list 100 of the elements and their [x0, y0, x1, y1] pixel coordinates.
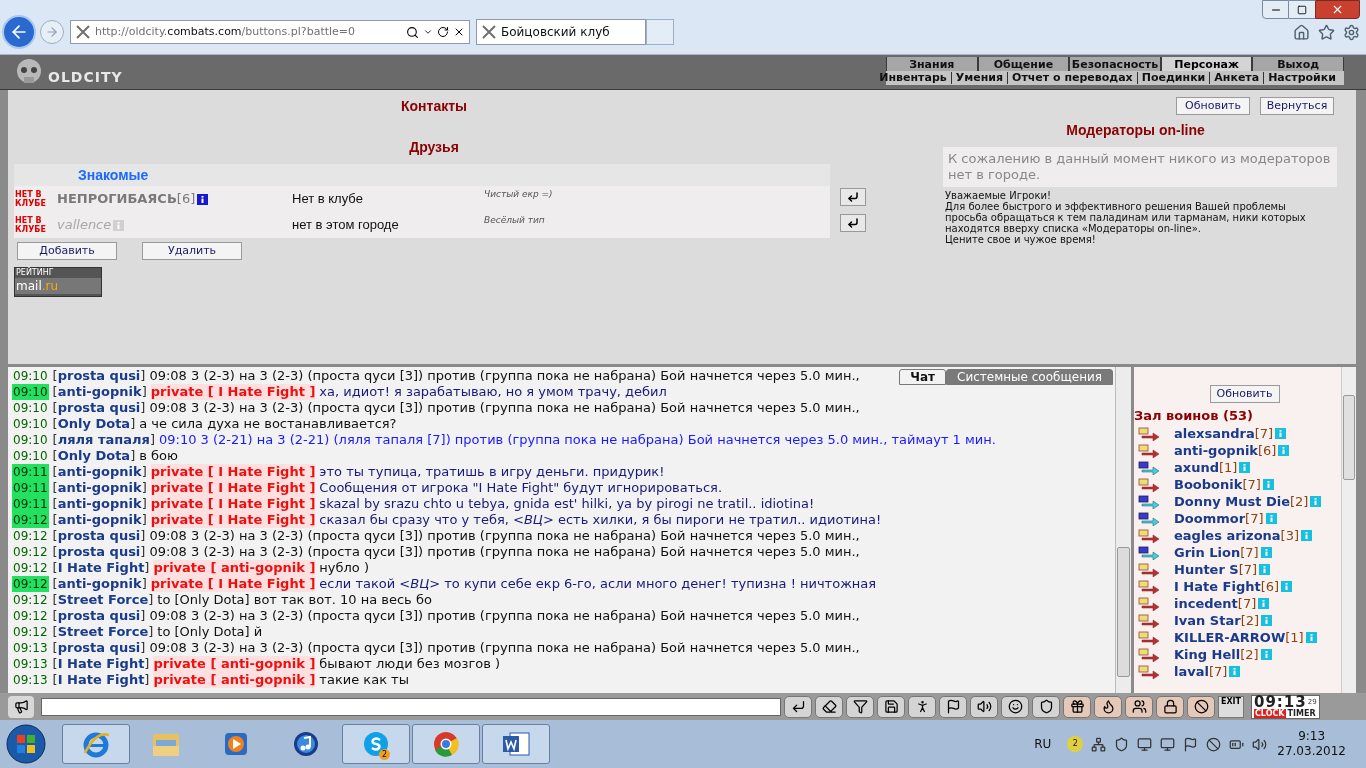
info-paragraph: Уважаемые Игроки! Для более быстрого и эффективного решения Вашей проблемы просьба обращаться к тем паладинам или тарманам, ники которых находятся вверху списка «Модераторы on-line». Ценитe свое и чужое время!: [945, 190, 1307, 245]
message-sender[interactable]: [prosta qusi]: [52, 544, 146, 560]
private-label[interactable]: private [ I Hate Fight ]: [150, 464, 316, 480]
message-sender[interactable]: [prosta qusi]: [52, 400, 146, 416]
enter-icon[interactable]: [790, 699, 806, 714]
shield-icon[interactable]: [1114, 736, 1130, 752]
submenu-link[interactable]: Отчет о переводах: [1007, 72, 1137, 84]
message-sender[interactable]: [Street Force]: [52, 592, 154, 608]
scrollbar-thumb[interactable]: [1343, 395, 1355, 480]
private-label[interactable]: private [ I Hate Fight ]: [150, 512, 316, 528]
private-label[interactable]: private [ I Hate Fight ]: [150, 496, 316, 512]
language-indicator[interactable]: RU: [1034, 735, 1052, 753]
tray-badge[interactable]: 2: [1072, 740, 1078, 748]
message-sender[interactable]: [prosta qusi]: [52, 640, 146, 656]
message-sender[interactable]: [Only Dota]: [52, 448, 136, 464]
dropdown-icon[interactable]: [423, 27, 433, 37]
message-sender[interactable]: [I Hate Fight]: [52, 560, 150, 576]
chat-input[interactable]: [41, 697, 781, 716]
menu-tab[interactable]: Общение: [977, 57, 1070, 71]
minimize-button[interactable]: [1262, 0, 1289, 19]
search-icon[interactable]: [406, 25, 419, 39]
browser-tab[interactable]: Бойцовский клуб: [476, 19, 646, 45]
submenu-link[interactable]: Поединки: [1136, 72, 1210, 84]
ban-icon[interactable]: [1193, 699, 1209, 714]
sound-icon[interactable]: [976, 699, 992, 714]
maximize-button[interactable]: [1289, 0, 1315, 19]
clock-label[interactable]: CLOCK: [1254, 708, 1286, 718]
timer-label[interactable]: TIMER: [1286, 708, 1317, 718]
message-sender[interactable]: [I Hate Fight]: [52, 656, 150, 672]
save-icon[interactable]: [883, 699, 899, 714]
flag-icon[interactable]: [945, 699, 961, 714]
message-text: ха, идиот! я зарабатываю, но я умом трачу, дебил: [319, 384, 667, 400]
stop-icon[interactable]: [453, 26, 465, 38]
message-sender[interactable]: [anti-gopnik]: [52, 464, 147, 480]
add-button[interactable]: Добавить: [17, 242, 117, 260]
menu-tab[interactable]: Знания: [886, 57, 978, 71]
delete-button[interactable]: Удалить: [142, 242, 242, 260]
menu-tab[interactable]: Безопасность: [1069, 57, 1161, 71]
menu-tab[interactable]: Персонаж: [1160, 57, 1253, 71]
fire-icon[interactable]: [1100, 699, 1116, 714]
flag-icon[interactable]: [1183, 736, 1199, 752]
message-sender[interactable]: [prosta qusi]: [52, 528, 146, 544]
menu-tab[interactable]: Выход: [1252, 57, 1344, 71]
speaker-icon[interactable]: [13, 699, 29, 714]
home-icon[interactable]: [1293, 23, 1310, 41]
info-icon[interactable]: [197, 193, 209, 205]
favorites-icon[interactable]: [1318, 23, 1335, 41]
exit-button[interactable]: EXIT: [1218, 695, 1244, 718]
private-label[interactable]: private [ I Hate Fight ]: [150, 480, 316, 496]
submenu-link[interactable]: Инвентарь: [875, 72, 951, 84]
message-sender[interactable]: [ляля тапаля]: [52, 432, 155, 448]
monitor-icon[interactable]: [1137, 736, 1153, 752]
clock-date[interactable]: 27.03.2012: [1277, 744, 1346, 759]
return-button[interactable]: [840, 188, 866, 206]
contact-name[interactable]: НЕПРОГИБАЯСЬ: [57, 189, 177, 209]
return-button[interactable]: [840, 214, 866, 232]
settings-icon[interactable]: [1343, 23, 1360, 41]
eraser-icon[interactable]: [821, 699, 837, 714]
smiley-icon[interactable]: [1007, 699, 1023, 714]
submenu-link[interactable]: Умения: [950, 72, 1008, 84]
message-sender[interactable]: [anti-gopnik]: [52, 384, 147, 400]
message-sender[interactable]: [anti-gopnik]: [52, 576, 147, 592]
message-sender[interactable]: [Only Dota]: [52, 416, 136, 432]
message-sender[interactable]: [Street Force]: [52, 624, 154, 640]
address-bar[interactable]: http://oldcity.combats.com/buttons.pl?battle=0: [70, 20, 470, 44]
back-button[interactable]: [2, 15, 36, 49]
private-label[interactable]: private [ anti-gopnik ]: [153, 672, 316, 688]
volume-icon[interactable]: [1252, 736, 1268, 752]
message-sender[interactable]: [anti-gopnik]: [52, 496, 147, 512]
chat-tab[interactable]: Чат: [899, 369, 947, 385]
private-label[interactable]: private [ anti-gopnik ]: [153, 560, 316, 576]
message-sender[interactable]: [I Hate Fight]: [52, 672, 150, 688]
close-button[interactable]: [1315, 0, 1360, 19]
chat-tab[interactable]: Системные сообщения: [946, 369, 1113, 385]
private-label[interactable]: private [ I Hate Fight ]: [150, 576, 316, 592]
private-label[interactable]: private [ I Hate Fight ]: [150, 384, 316, 400]
refresh-icon[interactable]: [437, 26, 449, 38]
lock-icon[interactable]: [1162, 699, 1178, 714]
network-icon[interactable]: [1091, 736, 1107, 752]
display-icon[interactable]: [1160, 736, 1176, 752]
scrollbar-thumb[interactable]: [1117, 547, 1130, 677]
private-label[interactable]: private [ anti-gopnik ]: [153, 656, 316, 672]
back-button[interactable]: Вернуться: [1260, 97, 1334, 115]
message-sender[interactable]: [anti-gopnik]: [52, 480, 147, 496]
taskbar-button[interactable]: 2: [342, 724, 410, 764]
filter-icon[interactable]: [852, 699, 868, 714]
refresh-button[interactable]: Обновить: [1209, 385, 1280, 403]
start-button[interactable]: [4, 722, 48, 766]
message-sender[interactable]: [prosta qusi]: [52, 608, 146, 624]
message-time: 09:11: [12, 496, 49, 512]
message-sender[interactable]: [prosta qusi]: [52, 368, 146, 384]
submenu-link[interactable]: Анкета: [1209, 72, 1264, 84]
submenu-link[interactable]: Настройки: [1263, 72, 1340, 84]
refresh-button[interactable]: Обновить: [1176, 97, 1250, 115]
taskbar-button[interactable]: [482, 724, 550, 764]
no-network-icon[interactable]: [1206, 736, 1222, 752]
message-sender[interactable]: [anti-gopnik]: [52, 512, 147, 528]
people-icon[interactable]: [1131, 699, 1147, 714]
rating-badge[interactable]: РЕЙТИНГ mail.ru: [14, 267, 102, 297]
clock-time[interactable]: 9:13: [1298, 729, 1326, 744]
